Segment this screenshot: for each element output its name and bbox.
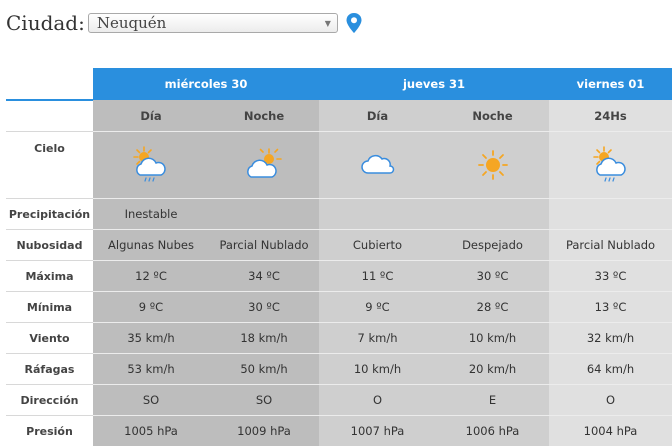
data-cell: 32 km/h	[549, 323, 672, 354]
cloud-sun-icon	[242, 145, 286, 185]
row-label: Ráfagas	[6, 354, 93, 385]
day-header: miércoles 30	[93, 68, 319, 100]
chevron-down-icon[interactable]: ▼	[325, 19, 331, 28]
data-cell: 18 km/h	[209, 323, 319, 354]
data-cell: 33 ºC	[549, 261, 672, 292]
data-cell: 1005 hPa	[93, 416, 209, 446]
data-cell	[436, 199, 549, 230]
row-label: Dirección	[6, 385, 93, 416]
sky-cell	[93, 132, 209, 199]
row-label: Precipitación	[6, 199, 93, 230]
data-cell: O	[319, 385, 436, 416]
data-cell: 53 km/h	[93, 354, 209, 385]
data-cell: 11 ºC	[319, 261, 436, 292]
sky-cell	[549, 132, 672, 199]
data-cell: SO	[93, 385, 209, 416]
data-cell: SO	[209, 385, 319, 416]
period-header: Día	[319, 100, 436, 132]
sky-cell	[436, 132, 549, 199]
data-cell: Cubierto	[319, 230, 436, 261]
day-header: viernes 01	[549, 68, 672, 100]
data-cell: O	[549, 385, 672, 416]
row-label: Presión	[6, 416, 93, 446]
city-select-value: Neuquén	[97, 14, 166, 32]
data-cell: 12 ºC	[93, 261, 209, 292]
row-minima: Mínima 9 ºC 30 ºC 9 ºC 28 ºC 13 ºC	[6, 292, 672, 323]
day-header: jueves 31	[319, 68, 549, 100]
row-label: Mínima	[6, 292, 93, 323]
data-cell: 30 ºC	[209, 292, 319, 323]
data-cell	[209, 199, 319, 230]
data-cell: Algunas Nubes	[93, 230, 209, 261]
data-cell: 35 km/h	[93, 323, 209, 354]
data-cell: 10 km/h	[319, 354, 436, 385]
data-cell: 20 km/h	[436, 354, 549, 385]
row-presion: Presión 1005 hPa 1009 hPa 1007 hPa 1006 …	[6, 416, 672, 446]
period-header: 24Hs	[549, 100, 672, 132]
data-cell: 28 ºC	[436, 292, 549, 323]
cloud-icon	[356, 145, 400, 185]
data-cell: Inestable	[93, 199, 209, 230]
data-cell: E	[436, 385, 549, 416]
row-label: Cielo	[6, 132, 93, 199]
row-label: Nubosidad	[6, 230, 93, 261]
data-cell: 1006 hPa	[436, 416, 549, 446]
row-viento: Viento 35 km/h 18 km/h 7 km/h 10 km/h 32…	[6, 323, 672, 354]
row-label: Viento	[6, 323, 93, 354]
data-cell	[319, 199, 436, 230]
sun-cloud-rain-icon	[589, 145, 633, 185]
data-cell: 34 ºC	[209, 261, 319, 292]
location-pin-icon[interactable]	[346, 13, 362, 33]
sun-cloud-rain-icon	[129, 145, 173, 185]
header-corner	[6, 68, 93, 100]
city-select[interactable]: Neuquén ▼	[88, 13, 338, 33]
city-selector-bar: Ciudad: Neuquén ▼	[6, 8, 362, 38]
data-cell: 1007 hPa	[319, 416, 436, 446]
data-cell: 30 ºC	[436, 261, 549, 292]
row-maxima: Máxima 12 ºC 34 ºC 11 ºC 30 ºC 33 ºC	[6, 261, 672, 292]
row-direccion: Dirección SO SO O E O	[6, 385, 672, 416]
sun-icon	[471, 145, 515, 185]
forecast-table: miércoles 30 jueves 31 viernes 01 Día No…	[6, 68, 672, 446]
data-cell: 1004 hPa	[549, 416, 672, 446]
data-cell: 13 ºC	[549, 292, 672, 323]
sky-cell	[319, 132, 436, 199]
row-label: Máxima	[6, 261, 93, 292]
data-cell: 64 km/h	[549, 354, 672, 385]
data-cell: 10 km/h	[436, 323, 549, 354]
day-header-row: miércoles 30 jueves 31 viernes 01	[6, 68, 672, 100]
row-cielo: Cielo	[6, 132, 672, 199]
data-cell: 1009 hPa	[209, 416, 319, 446]
data-cell: Despejado	[436, 230, 549, 261]
row-precipitacion: Precipitación Inestable	[6, 199, 672, 230]
period-corner	[6, 100, 93, 132]
period-header: Noche	[436, 100, 549, 132]
period-header-row: Día Noche Día Noche 24Hs	[6, 100, 672, 132]
data-cell: 9 ºC	[93, 292, 209, 323]
data-cell: 50 km/h	[209, 354, 319, 385]
city-label: Ciudad:	[6, 11, 85, 35]
period-header: Noche	[209, 100, 319, 132]
row-nubosidad: Nubosidad Algunas Nubes Parcial Nublado …	[6, 230, 672, 261]
data-cell: 7 km/h	[319, 323, 436, 354]
data-cell	[549, 199, 672, 230]
period-header: Día	[93, 100, 209, 132]
row-rafagas: Ráfagas 53 km/h 50 km/h 10 km/h 20 km/h …	[6, 354, 672, 385]
sky-cell	[209, 132, 319, 199]
data-cell: Parcial Nublado	[549, 230, 672, 261]
data-cell: 9 ºC	[319, 292, 436, 323]
data-cell: Parcial Nublado	[209, 230, 319, 261]
